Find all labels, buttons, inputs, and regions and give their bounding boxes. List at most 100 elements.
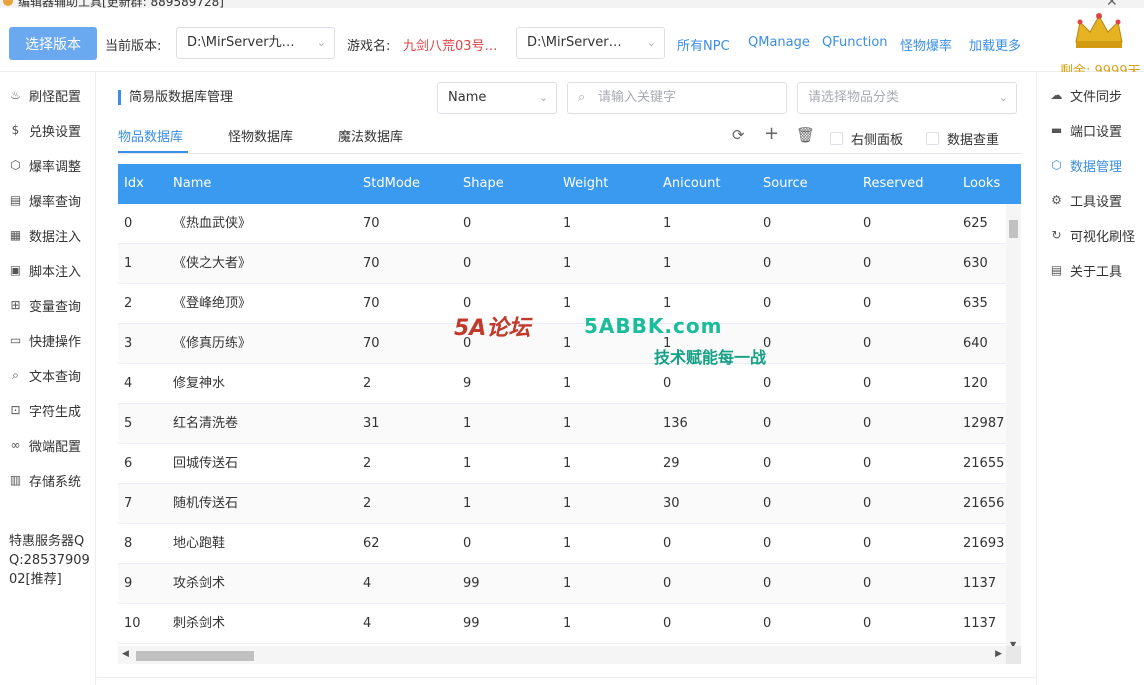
sidebar-item-data-management[interactable]: ⬡ 数据管理 — [1049, 154, 1122, 176]
cell-stdmode: 2 — [363, 456, 372, 471]
close-icon[interactable]: ✕ — [1106, 0, 1118, 8]
cell-shape: 1 — [463, 496, 472, 511]
folder-icon: ▭ — [9, 333, 22, 347]
table-row[interactable]: 0 《热血武侠》 70 0 1 1 0 0 625 — [118, 204, 1006, 244]
cell-anicount: 1 — [663, 216, 672, 231]
search-icon: ⌕ — [12, 367, 19, 382]
cell-reserved: 0 — [863, 296, 872, 311]
scroll-right-arrow-icon[interactable]: ▶ — [995, 649, 1002, 659]
table-row[interactable]: 4 修复神水 2 9 1 0 0 0 120 — [118, 364, 1006, 404]
column-header-stdmode[interactable]: StdMode — [363, 164, 420, 204]
table-row[interactable]: 9 攻杀剑术 4 99 1 0 0 0 1137 — [118, 564, 1006, 604]
tab-monster-database[interactable]: 怪物数据库 — [228, 126, 293, 145]
sidebar-item-drop-rate-adjust[interactable]: ⬡ 爆率调整 — [8, 154, 81, 176]
sidebar-item-storage-system[interactable]: ▥ 存储系统 — [8, 469, 81, 491]
link-qmanage[interactable]: QManage — [748, 35, 810, 50]
cell-reserved: 0 — [863, 256, 872, 271]
cell-source: 0 — [763, 336, 772, 351]
add-icon[interactable]: + — [764, 123, 779, 144]
panel-title: 简易版数据库管理 — [118, 90, 233, 105]
table-row[interactable]: 8 地心跑鞋 62 0 1 0 0 0 21693 — [118, 524, 1006, 564]
table-row[interactable]: 7 随机传送石 2 1 1 30 0 0 21656 — [118, 484, 1006, 524]
sidebar-item-drop-rate-query[interactable]: ▤ 爆率查询 — [8, 189, 81, 211]
right-panel-label: 右侧面板 — [851, 133, 904, 148]
dedupe-checkbox[interactable]: 数据查重 — [926, 129, 999, 148]
cell-idx: 7 — [124, 496, 133, 511]
refresh-icon[interactable]: ⟳ — [732, 126, 745, 144]
sidebar-item-variable-query[interactable]: ⊞ 变量查询 — [8, 294, 81, 316]
title-bar: 编辑器辅助工具[更新群: 889589728] ✕ — [0, 0, 1144, 8]
sidebar-item-text-query[interactable]: ⌕ 文本查询 — [8, 364, 81, 386]
sidebar-item-quick-actions[interactable]: ▭ 快捷操作 — [8, 329, 81, 351]
sidebar-item-about[interactable]: ▤ 关于工具 — [1049, 259, 1122, 281]
select-version-button[interactable]: 选择版本 — [9, 27, 97, 60]
link-qfunction[interactable]: QFunction — [822, 35, 888, 50]
sidebar-item-script-inject[interactable]: ▣ 脚本注入 — [8, 259, 81, 281]
sidebar-item-label: 爆率查询 — [29, 194, 82, 210]
cell-name: 红名清洗卷 — [173, 416, 239, 431]
sidebar-item-microclient-config[interactable]: ∞ 微端配置 — [8, 434, 82, 456]
cell-name: 《侠之大者》 — [173, 256, 252, 271]
column-header-shape[interactable]: Shape — [463, 164, 504, 204]
checkbox-box[interactable] — [926, 132, 939, 145]
vertical-scroll-thumb[interactable] — [1009, 220, 1018, 238]
sidebar-item-visual-spawn[interactable]: ↻ 可视化刷怪 — [1049, 224, 1135, 246]
cell-source: 0 — [763, 616, 772, 631]
horizontal-scrollbar[interactable]: ◀ ▶ — [118, 646, 1006, 664]
link-load-more[interactable]: 加载更多 — [969, 35, 1021, 54]
cell-anicount: 0 — [663, 376, 672, 391]
cell-reserved: 0 — [863, 496, 872, 511]
table-row[interactable]: 2 《登峰绝顶》 70 0 1 1 0 0 635 — [118, 284, 1006, 324]
vertical-scrollbar[interactable]: ▼ — [1006, 204, 1021, 649]
cell-looks: 21693 — [963, 536, 1005, 551]
sidebar-item-data-inject[interactable]: ▦ 数据注入 — [8, 224, 81, 246]
cell-idx: 4 — [124, 376, 133, 391]
column-header-looks[interactable]: Looks — [963, 164, 1000, 204]
cell-reserved: 0 — [863, 336, 872, 351]
table-body: 0 《热血武侠》 70 0 1 1 0 0 625 1 《侠之大者》 70 0 … — [118, 204, 1006, 644]
trash-icon[interactable]: 🗑 — [796, 126, 815, 144]
sidebar-item-label: 变量查询 — [29, 299, 82, 315]
sidebar-item-file-sync[interactable]: ☁ 文件同步 — [1049, 84, 1123, 106]
right-panel-checkbox[interactable]: 右侧面板 — [830, 129, 903, 148]
cell-anicount: 1 — [663, 336, 672, 351]
server-path-select[interactable]: D:\MirServer… ⌄ — [516, 27, 665, 59]
current-version-label: 当前版本: — [105, 39, 162, 54]
column-header-source[interactable]: Source — [763, 164, 808, 204]
table-row[interactable]: 6 回城传送石 2 1 1 29 0 0 21655 — [118, 444, 1006, 484]
sidebar-item-char-generate[interactable]: ⊡ 字符生成 — [8, 399, 81, 421]
tab-magic-database[interactable]: 魔法数据库 — [338, 126, 403, 145]
keyword-search-input[interactable]: ⌕ 请输入关键字 — [567, 82, 787, 114]
dedupe-label: 数据查重 — [947, 133, 1000, 148]
cell-weight: 1 — [563, 216, 572, 231]
sidebar-item-tool-settings[interactable]: ⚙ 工具设置 — [1049, 189, 1122, 211]
column-header-idx[interactable]: Idx — [124, 164, 144, 204]
link-all-npc[interactable]: 所有NPC — [677, 35, 730, 54]
storage-icon: ▥ — [9, 473, 22, 487]
grid-icon: ▦ — [9, 228, 22, 242]
cell-weight: 1 — [563, 336, 572, 351]
horizontal-scroll-thumb[interactable] — [136, 651, 254, 661]
table-row[interactable]: 10 刺杀剑术 4 99 1 0 0 0 1137 — [118, 604, 1006, 644]
cell-stdmode: 4 — [363, 616, 372, 631]
sidebar-item-exchange-settings[interactable]: $ 兑换设置 — [8, 119, 81, 141]
link-monster-drop-rate[interactable]: 怪物爆率 — [900, 35, 952, 54]
sidebar-item-label: 刷怪配置 — [29, 89, 82, 105]
scroll-left-arrow-icon[interactable]: ◀ — [122, 649, 129, 659]
category-select[interactable]: 请选择物品分类 ⌄ — [797, 82, 1017, 114]
table-row[interactable]: 5 红名清洗卷 31 1 1 136 0 0 12987 — [118, 404, 1006, 444]
current-version-select[interactable]: D:\MirServer九… ⌄ — [176, 27, 335, 59]
game-name-label: 游戏名: — [347, 39, 391, 54]
sidebar-item-port-settings[interactable]: ▬ 端口设置 — [1049, 119, 1122, 141]
cell-source: 0 — [763, 216, 772, 231]
table-row[interactable]: 3 《修真历练》 70 0 1 1 0 0 640 — [118, 324, 1006, 364]
table-row[interactable]: 1 《侠之大者》 70 0 1 1 0 0 630 — [118, 244, 1006, 284]
tab-item-database[interactable]: 物品数据库 — [118, 126, 183, 145]
sidebar-item-monster-config[interactable]: ♨ 刷怪配置 — [8, 84, 81, 106]
column-header-reserved[interactable]: Reserved — [863, 164, 924, 204]
column-header-weight[interactable]: Weight — [563, 164, 608, 204]
column-header-name[interactable]: Name — [173, 164, 211, 204]
field-select[interactable]: Name ⌄ — [437, 82, 557, 114]
checkbox-box[interactable] — [830, 132, 843, 145]
column-header-anicount[interactable]: Anicount — [663, 164, 720, 204]
